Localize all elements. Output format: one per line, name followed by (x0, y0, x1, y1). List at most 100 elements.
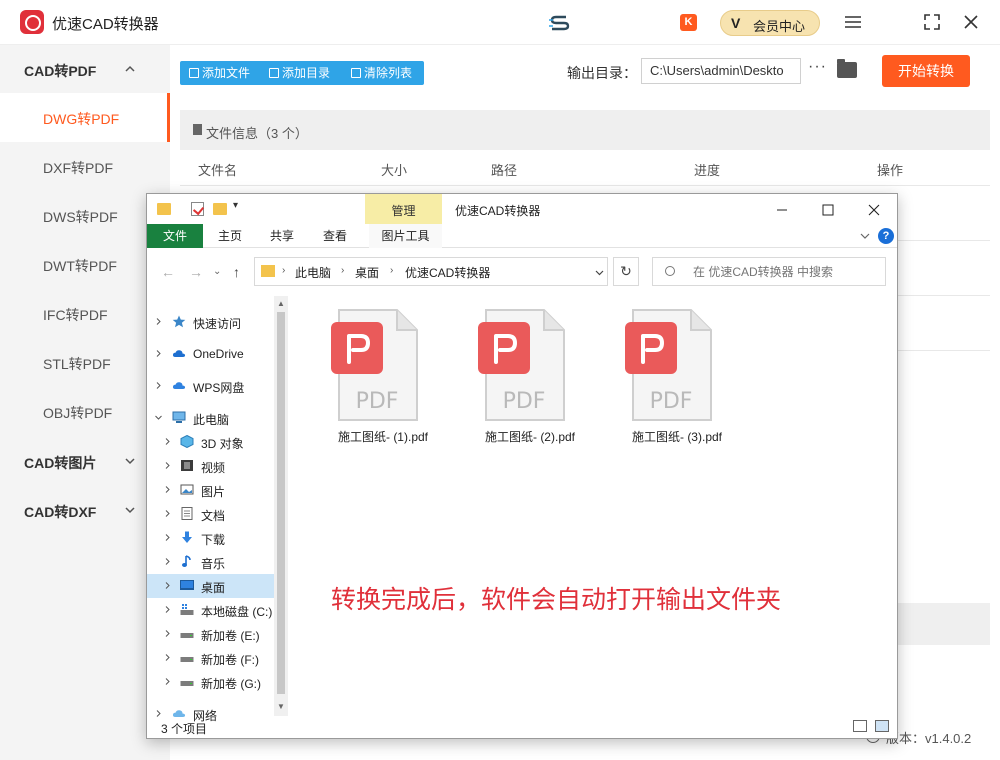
chevron-right-icon[interactable] (164, 486, 171, 493)
scrollbar-thumb[interactable] (277, 312, 285, 694)
nav-item-drive-g[interactable]: 新加卷 (G:) (147, 670, 287, 694)
pdf-label: PDF (650, 389, 693, 414)
nav-item-documents[interactable]: 文档 (147, 502, 287, 526)
new-folder-icon[interactable] (213, 203, 227, 215)
search-input[interactable] (652, 257, 886, 286)
picture-icon (180, 484, 194, 495)
clear-list-button[interactable]: 清除列表 (351, 61, 412, 85)
nav-pane-scrollbar[interactable]: ▲ ▼ (274, 296, 288, 716)
tab-home[interactable]: 主页 (208, 224, 252, 248)
sidebar-item-dwt-to-pdf[interactable]: DWT转PDF (0, 240, 170, 289)
help-icon[interactable]: ? (878, 228, 894, 244)
sidebar-item-dwg-to-pdf[interactable]: DWG转PDF (0, 93, 170, 142)
nav-item-music[interactable]: 音乐 (147, 550, 287, 574)
sidebar-item-dxf-to-pdf[interactable]: DXF转PDF (0, 142, 170, 191)
back-arrow-icon[interactable]: ← (161, 264, 175, 280)
s-logo-icon[interactable] (548, 14, 572, 32)
breadcrumb-separator-icon[interactable]: › (282, 265, 285, 276)
chevron-right-icon[interactable] (164, 654, 171, 661)
nav-item-desktop[interactable]: 桌面 (147, 574, 287, 598)
start-convert-button[interactable]: 开始转换 (882, 55, 970, 87)
chevron-right-icon[interactable] (164, 630, 171, 637)
minimize-icon[interactable] (774, 202, 790, 218)
folder-icon (261, 265, 275, 277)
breadcrumb-separator-icon[interactable]: › (341, 265, 344, 276)
breadcrumb-desktop[interactable]: 桌面 (355, 264, 379, 281)
sidebar-group-cad-to-pdf[interactable]: CAD转PDF (0, 45, 170, 93)
forward-arrow-icon[interactable]: → (189, 264, 203, 280)
file-item-2[interactable]: PDF 施工图纸- (2).pdf (470, 308, 580, 448)
details-view-icon[interactable] (853, 720, 867, 732)
output-dir-input[interactable]: C:\Users\admin\Deskto (641, 58, 801, 84)
close-icon[interactable] (961, 12, 981, 32)
scroll-up-icon[interactable]: ▲ (277, 299, 285, 308)
recent-dropdown-icon[interactable]: ⌄ (213, 266, 221, 277)
nav-item-onedrive[interactable]: OneDrive (147, 342, 287, 366)
chevron-right-icon[interactable] (164, 462, 171, 469)
nav-item-quick-access[interactable]: 快速访问 (147, 310, 287, 334)
chevron-right-icon[interactable] (164, 534, 171, 541)
address-dropdown-icon[interactable] (595, 268, 604, 277)
document-icon (193, 124, 202, 135)
sidebar-item-dws-to-pdf[interactable]: DWS转PDF (0, 191, 170, 240)
k-app-icon[interactable]: K (680, 14, 697, 31)
more-options-icon[interactable]: ··· (808, 58, 827, 76)
nav-item-drive-c[interactable]: 本地磁盘 (C:) (147, 598, 287, 622)
breadcrumb-this-pc[interactable]: 此电脑 (295, 264, 331, 281)
nav-item-drive-e[interactable]: 新加卷 (E:) (147, 622, 287, 646)
sidebar-item-obj-to-pdf[interactable]: OBJ转PDF (0, 387, 170, 436)
chevron-right-icon[interactable] (164, 582, 171, 589)
film-icon (181, 460, 193, 471)
chevron-right-icon[interactable] (164, 438, 171, 445)
chevron-right-icon[interactable] (164, 558, 171, 565)
tab-view[interactable]: 查看 (313, 224, 357, 248)
tab-picture-tools[interactable]: 图片工具 (369, 224, 442, 248)
chevron-down-icon[interactable] (155, 414, 162, 421)
file-item-1[interactable]: PDF 施工图纸- (1).pdf (323, 308, 433, 448)
chevron-right-icon[interactable] (155, 382, 162, 389)
breadcrumb-separator-icon[interactable]: › (390, 265, 393, 276)
column-header-size: 大小 (381, 163, 408, 178)
chevron-right-icon[interactable] (164, 606, 171, 613)
breadcrumb-current[interactable]: 优速CAD转换器 (405, 264, 490, 281)
properties-icon[interactable] (191, 202, 204, 216)
address-bar[interactable]: › 此电脑 › 桌面 › 优速CAD转换器 (254, 257, 608, 286)
chevron-right-icon[interactable] (155, 350, 162, 357)
sidebar-item-ifc-to-pdf[interactable]: IFC转PDF (0, 289, 170, 338)
file-item-3[interactable]: PDF 施工图纸- (3).pdf (617, 308, 727, 448)
add-directory-button[interactable]: 添加目录 (269, 61, 330, 85)
explorer-window: ▾ 管理 优速CAD转换器 文件 主页 共享 查看 图片工具 ? ← → ⌄ ↑… (146, 193, 898, 739)
menu-icon[interactable] (843, 12, 863, 32)
nav-item-3d-objects[interactable]: 3D 对象 (147, 430, 287, 454)
settings-panel-header (895, 603, 990, 645)
refresh-icon[interactable]: ↻ (613, 257, 639, 286)
tab-file[interactable]: 文件 (147, 224, 203, 248)
vip-center-button[interactable]: V 会员中心 (720, 10, 820, 36)
nav-item-this-pc[interactable]: 此电脑 (147, 406, 287, 430)
add-file-button[interactable]: 添加文件 (189, 61, 250, 85)
chevron-right-icon[interactable] (164, 678, 171, 685)
maximize-icon[interactable] (820, 202, 836, 218)
scroll-down-icon[interactable]: ▼ (277, 702, 285, 711)
sidebar-group-cad-to-dxf[interactable]: CAD转DXF (0, 486, 170, 534)
open-folder-icon[interactable] (837, 59, 857, 78)
chevron-right-icon[interactable] (164, 510, 171, 517)
nav-item-drive-f[interactable]: 新加卷 (F:) (147, 646, 287, 670)
cloud-icon (172, 382, 186, 389)
explorer-nav-pane: 快速访问 OneDrive WPS网盘 此电脑 3D 对象 视频 图片 文档 下… (147, 296, 287, 723)
nav-item-videos[interactable]: 视频 (147, 454, 287, 478)
quick-access-dropdown-icon[interactable]: ▾ (233, 200, 238, 211)
fullscreen-icon[interactable] (922, 12, 942, 32)
sidebar-item-stl-to-pdf[interactable]: STL转PDF (0, 338, 170, 387)
nav-item-pictures[interactable]: 图片 (147, 478, 287, 502)
chevron-down-icon[interactable] (860, 231, 870, 241)
large-icons-view-icon[interactable] (875, 720, 889, 732)
nav-item-downloads[interactable]: 下载 (147, 526, 287, 550)
nav-item-wps-drive[interactable]: WPS网盘 (147, 374, 287, 398)
chevron-right-icon[interactable] (155, 318, 162, 325)
tab-share[interactable]: 共享 (260, 224, 304, 248)
up-arrow-icon[interactable]: ↑ (233, 264, 240, 280)
manage-tab[interactable]: 管理 (365, 194, 442, 224)
close-icon[interactable] (866, 202, 882, 218)
sidebar-group-cad-to-image[interactable]: CAD转图片 (0, 437, 170, 485)
